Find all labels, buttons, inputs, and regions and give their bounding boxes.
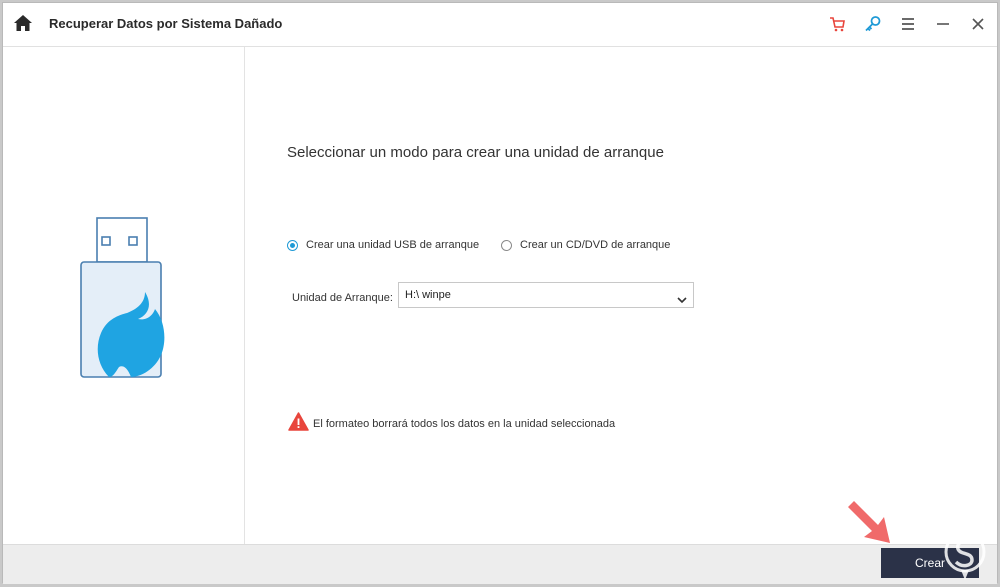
usb-option[interactable]: Crear una unidad USB de arranque: [287, 239, 479, 251]
boot-drive-label: Unidad de Arranque:: [292, 292, 393, 304]
home-icon[interactable]: [13, 13, 33, 33]
boot-drive-value: H:\ winpe: [405, 289, 451, 301]
close-icon[interactable]: [968, 14, 988, 34]
menu-icon[interactable]: [898, 14, 918, 34]
cd-dvd-option-label: Crear un CD/DVD de arranque: [520, 239, 671, 251]
cd-dvd-option[interactable]: Crear un CD/DVD de arranque: [501, 239, 670, 251]
usb-drive-icon: [75, 217, 185, 384]
cart-icon[interactable]: [827, 14, 847, 34]
annotation-arrow-icon: [844, 497, 896, 554]
warning-icon: [288, 412, 309, 436]
usb-option-label: Crear una unidad USB de arranque: [306, 239, 480, 251]
window-title: Recuperar Datos por Sistema Dañado: [49, 16, 283, 31]
key-icon[interactable]: [863, 14, 883, 34]
left-panel: [3, 47, 245, 544]
minimize-icon[interactable]: [933, 14, 953, 34]
chevron-down-icon: [677, 291, 687, 309]
title-bar: Recuperar Datos por Sistema Dañado: [3, 3, 997, 47]
cd-dvd-radio[interactable]: [501, 239, 512, 251]
app-window: Recuperar Datos por Sistema Dañado Selec…: [2, 2, 998, 584]
watermark-logo-icon: [941, 530, 989, 587]
page-title: Seleccionar un modo para crear una unida…: [287, 144, 664, 161]
boot-drive-select[interactable]: H:\ winpe: [398, 282, 694, 308]
warning-message: El formateo borrará todos los datos en l…: [313, 418, 616, 430]
usb-radio[interactable]: [287, 239, 298, 251]
